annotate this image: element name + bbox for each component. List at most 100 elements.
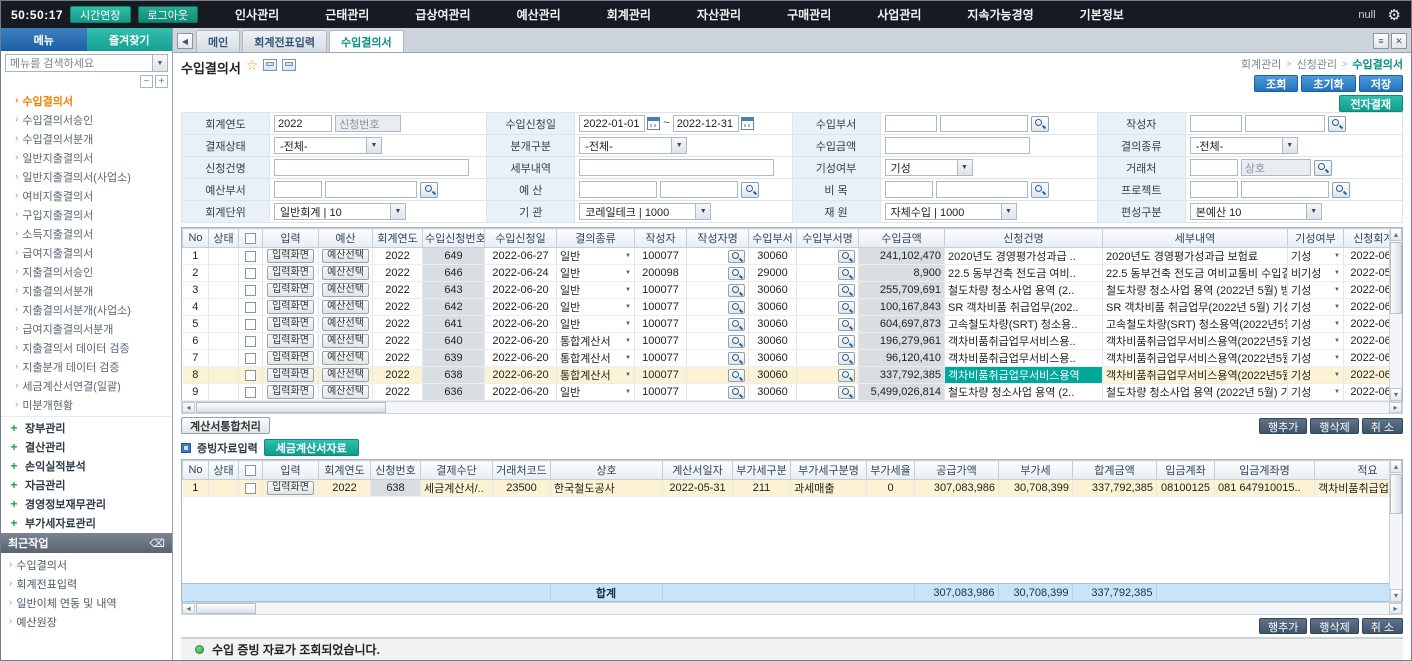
account-unit-select[interactable]: 일반회계 | 10▼ (274, 203, 406, 220)
row-checkbox[interactable] (245, 387, 256, 398)
budget-dept-name-input[interactable] (325, 181, 417, 198)
select-all-checkbox[interactable] (245, 233, 256, 244)
expense-item-code-input[interactable] (885, 181, 933, 198)
sidebar-menu-item[interactable]: › 수입결의서 (1, 91, 172, 110)
vertical-scrollbar[interactable]: ▴ ▾ (1389, 228, 1402, 401)
top-menu-item[interactable]: 구매관리 (787, 6, 831, 23)
expense-item-name-input[interactable] (936, 181, 1028, 198)
sidebar-menu-item[interactable]: › 지출결의서 데이터 검증 (1, 338, 172, 357)
completion-cell-select[interactable]: 기성▼ (1291, 282, 1340, 298)
table-row[interactable]: 3 입력화면 예산선택 2022 643 2022-06-20 일반▼ (183, 282, 1390, 299)
table-row[interactable]: 4 입력화면 예산선택 2022 642 2022-06-20 일반▼ (183, 299, 1390, 316)
search-icon[interactable] (728, 267, 745, 280)
input-screen-button[interactable]: 입력화면 (267, 283, 314, 297)
search-icon[interactable] (838, 335, 855, 348)
table-row[interactable]: 1 입력화면 2022 638 세금계산서/.. 23500 한국철도공사 (183, 480, 1390, 497)
request-no-input[interactable] (335, 115, 401, 132)
sidebar-menu-item[interactable]: › 급여지출결의서 (1, 243, 172, 262)
input-screen-button[interactable]: 입력화면 (267, 300, 314, 314)
decision-type-cell-select[interactable]: 일반▼ (560, 299, 631, 315)
row-checkbox[interactable] (245, 302, 256, 313)
top-menu-item[interactable]: 예산관리 (517, 6, 561, 23)
table-row[interactable]: 5 입력화면 예산선택 2022 641 2022-06-20 일반▼ (183, 316, 1390, 333)
vendor-code-input[interactable] (1190, 159, 1238, 176)
tab-list-icon[interactable]: ≡ (1373, 33, 1389, 49)
search-icon[interactable] (728, 369, 745, 382)
budget-select-button[interactable]: 예산선택 (322, 334, 369, 348)
input-screen-button[interactable]: 입력화면 (267, 249, 314, 263)
menu-search-input[interactable]: 메뉴를 검색하세요 ▼ (5, 54, 168, 72)
income-dept-code-input[interactable] (885, 115, 937, 132)
expand-plus-icon[interactable]: + (9, 421, 19, 435)
table-row[interactable]: 2 입력화면 예산선택 2022 646 2022-06-24 일반▼ (183, 265, 1390, 282)
calendar-icon[interactable] (647, 117, 660, 130)
decision-type-cell-select[interactable]: 통합계산서▼ (560, 367, 631, 383)
scroll-right-icon[interactable]: ▸ (1389, 603, 1402, 614)
table-row[interactable]: 7 입력화면 예산선택 2022 639 2022-06-20 통합계산서▼ (183, 350, 1390, 367)
income-dept-name-input[interactable] (940, 115, 1028, 132)
budget-select-button[interactable]: 예산선택 (322, 317, 369, 331)
sidebar-menu-item[interactable]: › 지출결의서승인 (1, 262, 172, 281)
scroll-down-icon[interactable]: ▾ (1390, 589, 1402, 602)
completion-cell-select[interactable]: 기성▼ (1291, 299, 1340, 315)
capture-icon[interactable] (263, 59, 277, 71)
horizontal-scrollbar[interactable]: ◂ ▸ (181, 401, 1403, 414)
budget-code-input[interactable] (579, 181, 657, 198)
row-checkbox[interactable] (245, 353, 256, 364)
fund-select[interactable]: 자체수입 | 1000▼ (885, 203, 1017, 220)
workspace-tab[interactable]: 수입결의서 (329, 30, 404, 52)
input-screen-button[interactable]: 입력화면 (267, 368, 314, 382)
search-icon[interactable] (728, 386, 745, 399)
row-checkbox[interactable] (245, 285, 256, 296)
completion-cell-select[interactable]: 기성▼ (1291, 333, 1340, 349)
top-menu-item[interactable]: 급상여관리 (415, 6, 470, 23)
vendor-name-input[interactable] (1241, 159, 1311, 176)
budget-select-button[interactable]: 예산선택 (322, 385, 369, 399)
completion-cell-select[interactable]: 기성▼ (1291, 248, 1340, 264)
writer-name-input[interactable] (1245, 115, 1325, 132)
sidebar-section-item[interactable]: + 장부관리 (1, 418, 172, 437)
budget-select-button[interactable]: 예산선택 (322, 351, 369, 365)
top-menu-item[interactable]: 인사관리 (235, 6, 279, 23)
approval-state-select[interactable]: -전체-▼ (274, 137, 382, 154)
completion-cell-select[interactable]: 비기성▼ (1291, 265, 1340, 281)
top-menu-item[interactable]: 회계관리 (607, 6, 651, 23)
expand-plus-icon[interactable]: + (9, 459, 19, 473)
budget-select-button[interactable]: 예산선택 (322, 368, 369, 382)
budget-dept-code-input[interactable] (274, 181, 322, 198)
search-icon[interactable] (728, 284, 745, 297)
select-all-checkbox[interactable] (245, 465, 256, 476)
table-row[interactable]: 8 입력화면 예산선택 2022 638 2022-06-20 통합계산서▼ (183, 367, 1390, 384)
search-icon[interactable] (1031, 116, 1049, 132)
recent-work-item[interactable]: › 예산원장 (1, 612, 172, 631)
tab-close-icon[interactable]: ✕ (1391, 33, 1407, 49)
extend-time-button[interactable]: 시간연장 (70, 6, 130, 23)
search-icon[interactable] (1332, 182, 1350, 198)
decision-type-cell-select[interactable]: 일반▼ (560, 248, 631, 264)
scroll-up-icon[interactable]: ▴ (1390, 228, 1402, 241)
expand-plus-icon[interactable]: + (9, 497, 19, 511)
tab-favorites[interactable]: 즐겨찾기 (87, 28, 173, 51)
search-icon[interactable] (838, 267, 855, 280)
completion-cell-select[interactable]: 기성▼ (1291, 384, 1340, 400)
sidebar-section-item[interactable]: + 부가세자료관리 (1, 513, 172, 532)
sidebar-menu-item[interactable]: › 지출결의서분개(사업소) (1, 300, 172, 319)
top-menu-item[interactable]: 지속가능경영 (967, 6, 1033, 23)
scrollbar-thumb[interactable] (1390, 474, 1402, 514)
search-icon[interactable] (728, 250, 745, 263)
budget-name-input[interactable] (660, 181, 738, 198)
search-icon[interactable] (728, 352, 745, 365)
scrollbar-thumb[interactable] (196, 402, 386, 413)
row-checkbox[interactable] (245, 483, 256, 494)
calendar-icon[interactable] (741, 117, 754, 130)
sidebar-menu-item[interactable]: › 일반지출결의서(사업소) (1, 167, 172, 186)
add-row-button[interactable]: 행추가 (1259, 418, 1307, 434)
expand-plus-icon[interactable]: + (9, 516, 19, 530)
search-icon[interactable] (838, 386, 855, 399)
input-screen-button[interactable]: 입력화면 (267, 351, 314, 365)
top-menu-item[interactable]: 사업관리 (877, 6, 921, 23)
tab-scroll-left-button[interactable]: ◀ (177, 33, 193, 49)
search-icon[interactable] (1314, 160, 1332, 176)
writer-code-input[interactable] (1190, 115, 1242, 132)
row-checkbox[interactable] (245, 336, 256, 347)
